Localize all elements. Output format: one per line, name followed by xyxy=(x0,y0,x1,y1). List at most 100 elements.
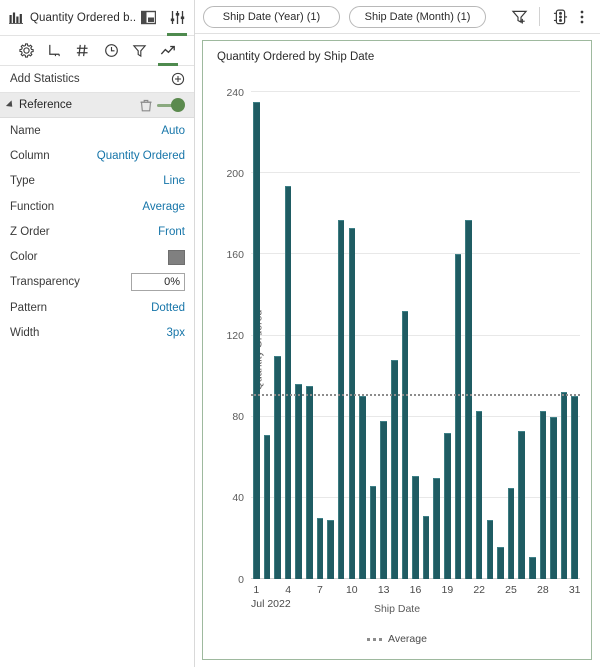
y-axis-tick-label: 80 xyxy=(232,411,244,424)
panel-title: Quantity Ordered b... xyxy=(30,11,137,24)
add-statistics-row[interactable]: Add Statistics xyxy=(0,66,194,93)
x-axis-tick-label: 13 xyxy=(377,584,390,596)
gear-icon[interactable] xyxy=(14,39,38,63)
x-axis-title: Ship Date xyxy=(373,603,421,615)
plot-inner: 0 40 80 120 160 200 240 1 Jul 2022 4 7 10 13 16 19 22 25… xyxy=(226,76,580,610)
bar[interactable] xyxy=(507,487,515,579)
bar[interactable] xyxy=(263,435,271,579)
bar[interactable] xyxy=(380,420,387,579)
panel-empty-area xyxy=(0,345,194,667)
bar[interactable] xyxy=(316,518,324,579)
bar[interactable] xyxy=(295,384,303,579)
layout-panel-icon[interactable] xyxy=(137,6,159,30)
bar[interactable] xyxy=(550,416,557,579)
reference-section-header[interactable]: Reference xyxy=(0,93,194,118)
property-value-column[interactable]: Quantity Ordered xyxy=(97,150,185,162)
bar[interactable] xyxy=(528,556,536,579)
circle-plus-icon[interactable] xyxy=(171,72,185,86)
properties-panel: Quantity Ordered b... Add Statistics Ref… xyxy=(0,0,195,667)
property-value-z-order[interactable]: Front xyxy=(158,226,185,238)
chart-area: Ship Date (Year) (1) Ship Date (Month) (… xyxy=(195,0,600,667)
property-label: Function xyxy=(10,200,55,213)
transparency-input[interactable] xyxy=(131,273,185,292)
filter-funnel-icon[interactable] xyxy=(127,39,151,63)
x-axis-tick-label: 1 xyxy=(253,584,260,596)
property-row-color: Color xyxy=(0,244,194,269)
x-axis-tick-label: 28 xyxy=(537,584,549,596)
property-value-type[interactable]: Line xyxy=(163,175,185,187)
bar[interactable] xyxy=(359,396,366,579)
number-format-icon[interactable] xyxy=(71,39,95,63)
property-label: Color xyxy=(10,251,38,264)
trend-line-icon[interactable] xyxy=(156,39,180,66)
property-value-pattern[interactable]: Dotted xyxy=(151,302,185,314)
bar[interactable] xyxy=(369,485,377,579)
property-label: Transparency xyxy=(10,276,80,289)
property-row-transparency: Transparency xyxy=(0,270,194,295)
bar[interactable] xyxy=(348,228,356,579)
x-axis-tick-label: 25 xyxy=(505,584,517,596)
bar[interactable] xyxy=(337,220,345,579)
bar[interactable] xyxy=(422,516,430,579)
traffic-light-icon[interactable] xyxy=(549,5,571,29)
y-axis-tick-label: 200 xyxy=(226,167,244,180)
bar[interactable] xyxy=(401,311,409,579)
property-row-pattern: Pattern Dotted xyxy=(0,295,194,320)
property-value-function[interactable]: Average xyxy=(142,201,185,213)
bar[interactable] xyxy=(433,477,440,579)
chart-card: Quantity Ordered by Ship Date Quantity O… xyxy=(202,40,592,660)
plot-area: 0 40 80 120 160 200 240 1 Jul 2022 4 7 10 13 16 19 22 25… xyxy=(226,76,580,610)
filter-pill-ship-date-month[interactable]: Ship Date (Month) (1) xyxy=(349,5,486,28)
chart-title: Quantity Ordered by Ship Date xyxy=(217,51,375,63)
y-axis-tick-label: 240 xyxy=(226,86,244,99)
bar[interactable] xyxy=(497,546,504,579)
y-axis-tick-label: 160 xyxy=(226,248,244,261)
filter-pill-ship-date-year[interactable]: Ship Date (Year) (1) xyxy=(203,5,340,28)
bar[interactable] xyxy=(465,220,472,579)
y-axis-tick-label: 120 xyxy=(226,330,244,343)
reference-enabled-toggle[interactable] xyxy=(157,98,185,112)
x-axis-tick-label: 7 xyxy=(317,584,323,596)
bar-series xyxy=(251,76,580,579)
color-swatch[interactable] xyxy=(168,249,185,265)
clock-icon[interactable] xyxy=(99,39,123,63)
caret-down-icon[interactable] xyxy=(5,100,16,110)
bar[interactable] xyxy=(274,355,281,579)
property-row-z-order: Z Order Front xyxy=(0,219,194,244)
bar[interactable] xyxy=(454,254,462,579)
legend-entry-average[interactable]: Average xyxy=(388,633,427,645)
app-root: Quantity Ordered b... Add Statistics Ref… xyxy=(0,0,600,667)
more-options-icon[interactable] xyxy=(571,5,593,29)
settings-sliders-icon[interactable] xyxy=(166,6,188,36)
x-axis-tick-label: 19 xyxy=(441,584,454,596)
chart-container: Quantity Ordered by Ship Date Quantity O… xyxy=(195,34,600,667)
bar-chart-icon xyxy=(9,11,23,24)
property-row-column: Column Quantity Ordered xyxy=(0,143,194,168)
property-value-name[interactable]: Auto xyxy=(161,125,185,137)
reference-section-title: Reference xyxy=(19,99,73,111)
bar[interactable] xyxy=(486,520,494,579)
legend-dotted-marker xyxy=(367,637,383,641)
property-value-width[interactable]: 3px xyxy=(166,327,185,339)
bar[interactable] xyxy=(253,102,260,579)
bar[interactable] xyxy=(518,430,525,579)
bar[interactable] xyxy=(412,475,419,579)
statistics-toolbar xyxy=(0,36,194,66)
reference-line[interactable] xyxy=(251,394,580,397)
bar[interactable] xyxy=(390,359,398,579)
bar[interactable] xyxy=(327,520,334,579)
bar[interactable] xyxy=(284,185,292,579)
x-axis-tick-label: 16 xyxy=(409,584,422,596)
axis-icon[interactable] xyxy=(42,39,66,63)
bar[interactable] xyxy=(475,410,483,579)
bar[interactable] xyxy=(571,396,578,579)
clear-filter-icon[interactable] xyxy=(508,5,530,29)
chart-legend: Average xyxy=(203,633,591,645)
bar[interactable] xyxy=(539,410,547,579)
trash-icon[interactable] xyxy=(140,99,152,112)
bar[interactable] xyxy=(306,386,313,579)
bar[interactable] xyxy=(444,432,451,579)
property-label: Type xyxy=(10,175,35,188)
property-label: Z Order xyxy=(10,225,50,238)
bar[interactable] xyxy=(560,392,568,579)
